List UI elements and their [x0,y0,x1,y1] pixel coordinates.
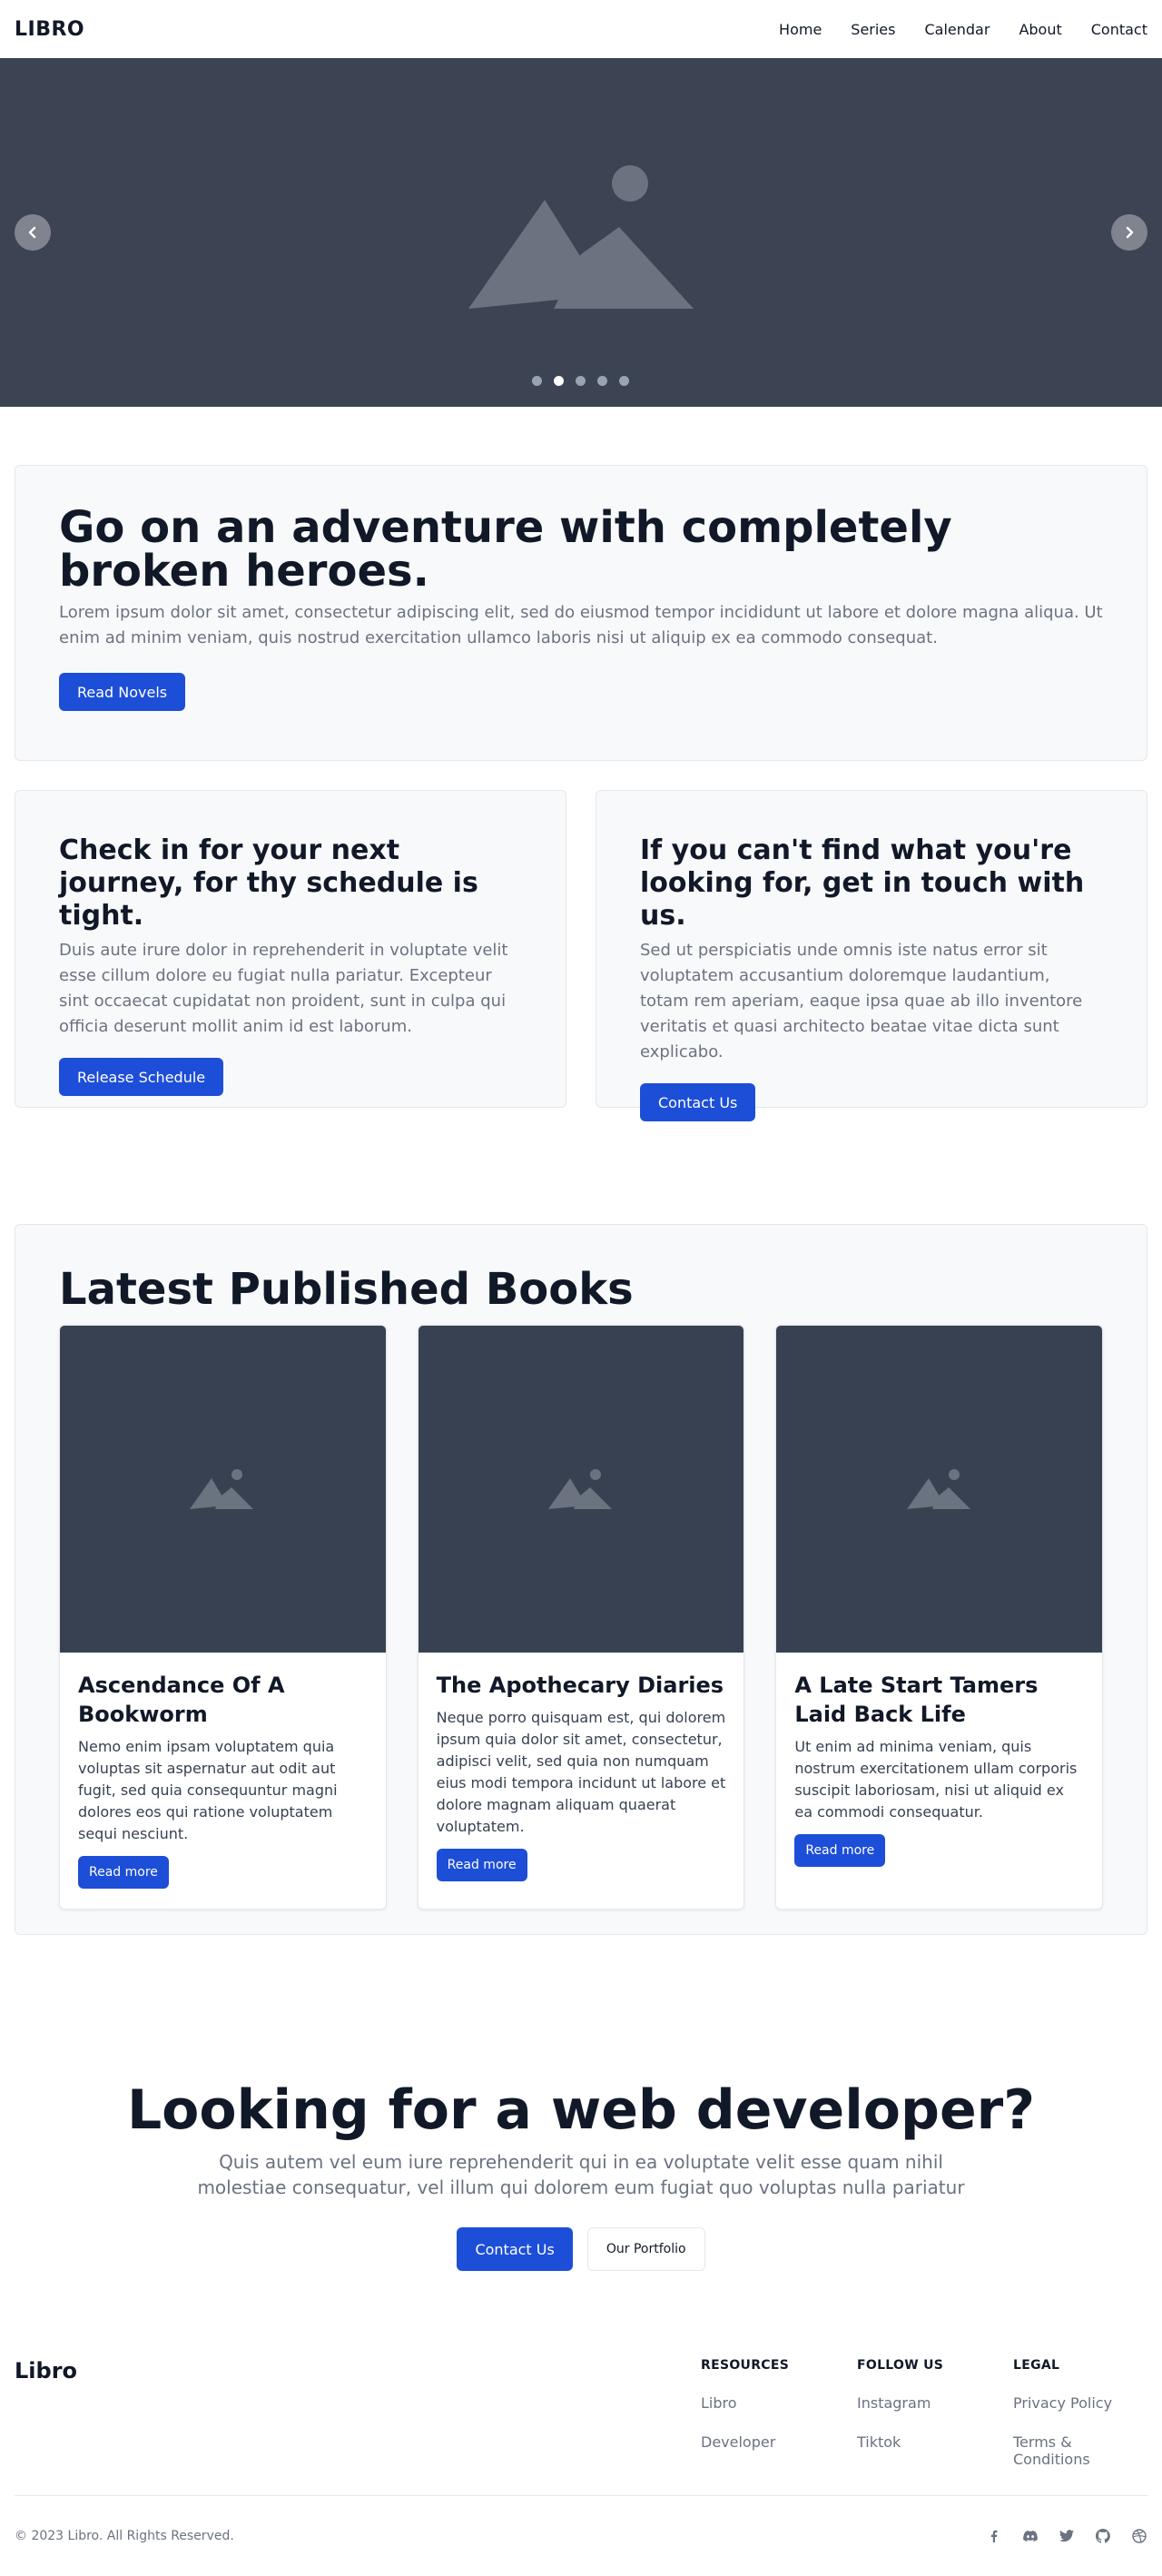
social-links [986,2528,1147,2544]
footer-link-libro[interactable]: Libro [701,2394,857,2412]
contact-card-title: If you can't find what you're looking fo… [640,834,1085,932]
footer-column-heading: FOLLOW US [857,2358,944,2373]
carousel-dot-1[interactable] [532,376,542,386]
book-title: A Late Start Tamers Laid Back Life [794,1673,1039,1727]
schedule-text: Duis aute irure dolor in reprehenderit i… [59,941,508,1036]
footer-column-follow: FOLLOW US Instagram Tiktok [857,2358,1013,2468]
facebook-icon[interactable] [986,2528,1002,2544]
top-navbar: LIBRO Home Series Calendar About Contact [0,0,1162,58]
footer-link-instagram[interactable]: Instagram [857,2394,1013,2412]
book-cover [418,1326,744,1653]
image-placeholder-icon [548,1469,612,1509]
portfolio-button[interactable]: Our Portfolio [586,2227,705,2271]
footer-link-terms[interactable]: Terms & Conditions [1013,2433,1147,2468]
contact-card: If you can't find what you're looking fo… [596,790,1147,1121]
footer-column-resources: RESOURCES Libro Developer [701,2358,857,2468]
book-cover [60,1326,386,1653]
carousel-dot-5[interactable] [619,376,629,386]
book-description: Neque porro quisquam est, qui dolorem ip… [436,1709,726,1835]
read-more-button[interactable]: Read more [436,1849,527,1881]
cta-title: Looking for a web developer? [126,2078,1036,2142]
carousel-dot-2[interactable] [554,376,564,386]
nav-links: Home Series Calendar About Contact [779,21,1147,38]
latest-books-heading: Latest Published Books [59,1264,634,1315]
book-card: Ascendance Of A Bookworm Nemo enim ipsam… [59,1325,387,1910]
nav-link-calendar[interactable]: Calendar [924,21,990,38]
contact-us-button[interactable]: Contact Us [640,1083,756,1121]
nav-link-about[interactable]: About [1019,21,1061,38]
carousel-indicators [532,376,629,386]
hero-carousel [0,58,1162,407]
hire-developer-cta: Looking for a web developer? Quis autem … [0,2080,1162,2271]
chevron-right-icon [1126,226,1134,239]
footer-link-developer[interactable]: Developer [701,2433,857,2451]
read-more-button[interactable]: Read more [794,1834,886,1867]
intro-title: Go on an adventure with completely broke… [59,502,952,597]
nav-link-series[interactable]: Series [851,21,895,38]
footer-column-heading: RESOURCES [701,2358,790,2373]
carousel-dot-3[interactable] [576,376,586,386]
schedule-card: Check in for your next journey, for thy … [15,790,566,1108]
footer: Libro RESOURCES Libro Developer FOLLOW U… [0,2358,1162,2576]
latest-books-section: Latest Published Books Ascendance Of A B… [15,1224,1147,1935]
image-placeholder-icon [468,165,694,309]
book-description: Nemo enim ipsam voluptatem quia voluptas… [78,1738,338,1842]
books-grid: Ascendance Of A Bookworm Nemo enim ipsam… [59,1325,1104,1910]
footer-link-privacy[interactable]: Privacy Policy [1013,2394,1147,2412]
book-card: The Apothecary Diaries Neque porro quisq… [417,1325,745,1910]
release-schedule-button[interactable]: Release Schedule [59,1058,224,1096]
image-placeholder-icon [190,1469,254,1509]
carousel-next-button[interactable] [1111,214,1147,251]
footer-brand[interactable]: Libro [15,2358,77,2468]
intro-card: Go on an adventure with completely broke… [15,465,1147,761]
footer-columns: RESOURCES Libro Developer FOLLOW US Inst… [701,2358,1147,2468]
footer-link-tiktok[interactable]: Tiktok [857,2433,1013,2451]
book-card: A Late Start Tamers Laid Back Life Ut en… [775,1325,1104,1910]
footer-column-legal: LEGAL Privacy Policy Terms & Conditions [1013,2358,1147,2468]
contact-card-text: Sed ut perspiciatis unde omnis iste natu… [640,941,1083,1061]
cta-buttons: Contact Us Our Portfolio [0,2227,1162,2271]
schedule-title: Check in for your next journey, for thy … [59,834,478,932]
discord-icon[interactable] [1022,2528,1039,2544]
carousel-dot-4[interactable] [597,376,607,386]
book-title: Ascendance Of A Bookworm [78,1673,285,1727]
twitter-icon[interactable] [1059,2528,1075,2544]
feature-cards: Check in for your next journey, for thy … [15,790,1147,1121]
brand-logo[interactable]: LIBRO [15,18,84,41]
book-description: Ut enim ad minima veniam, quis nostrum e… [794,1738,1078,1821]
carousel-prev-button[interactable] [15,214,51,251]
book-cover [776,1326,1103,1653]
cta-contact-button[interactable]: Contact Us [457,2227,573,2271]
nav-link-home[interactable]: Home [779,21,822,38]
cta-text: Quis autem vel eum iure reprehenderit qu… [197,2151,965,2198]
intro-text: Lorem ipsum dolor sit amet, consectetur … [59,603,1103,647]
nav-link-contact[interactable]: Contact [1091,21,1147,38]
book-title: The Apothecary Diaries [436,1673,724,1698]
footer-column-heading: LEGAL [1013,2358,1060,2373]
read-novels-button[interactable]: Read Novels [59,673,186,711]
chevron-left-icon [28,226,36,239]
github-icon[interactable] [1095,2528,1111,2544]
dribbble-icon[interactable] [1131,2528,1147,2544]
read-more-button[interactable]: Read more [78,1856,169,1889]
image-placeholder-icon [906,1469,970,1509]
copyright-text: © 2023 Libro. All Rights Reserved. [15,2529,234,2543]
